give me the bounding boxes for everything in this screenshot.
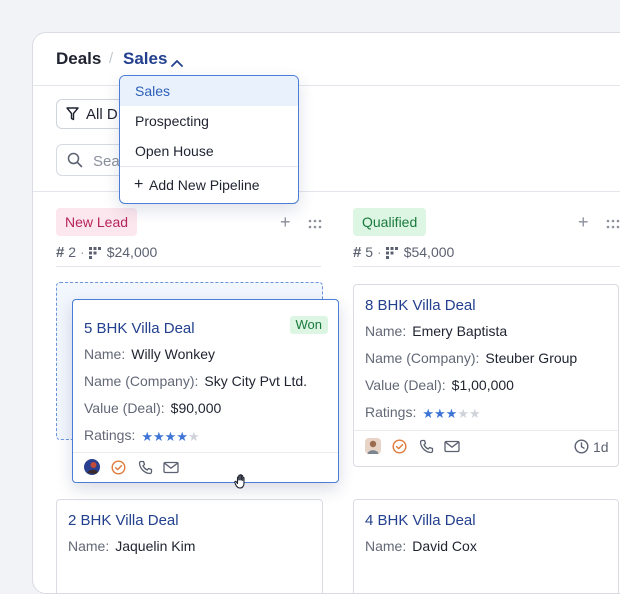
star-icon: ★ bbox=[434, 406, 446, 421]
deal-title[interactable]: 8 BHK Villa Deal bbox=[365, 297, 476, 314]
deals-board: Deals / Sales All D New Lead + # 2·$24,0… bbox=[32, 32, 620, 594]
breadcrumb-separator: / bbox=[109, 50, 114, 67]
deal-title[interactable]: 4 BHK Villa Deal bbox=[365, 512, 476, 529]
check-circle-icon[interactable] bbox=[111, 460, 126, 480]
phone-icon[interactable] bbox=[138, 460, 153, 480]
count-hash-icon: # bbox=[56, 244, 65, 261]
deal-value: Value (Deal): $90,000 bbox=[84, 400, 222, 416]
deal-total: $54,000 bbox=[403, 244, 455, 260]
plus-icon: + bbox=[134, 176, 144, 193]
search-icon bbox=[67, 152, 83, 173]
deal-company: Name (Company): Steuber Group bbox=[365, 350, 578, 366]
deal-card[interactable]: 8 BHK Villa Deal Name: Emery Baptista Nam… bbox=[353, 284, 619, 467]
add-deal-icon[interactable]: + bbox=[578, 213, 589, 231]
pipeline-selector[interactable]: Sales bbox=[123, 49, 167, 69]
deal-ratings: Ratings: ★★★★★ bbox=[365, 404, 481, 421]
deal-count: 5 bbox=[365, 244, 374, 260]
count-hash-icon: # bbox=[353, 244, 362, 261]
star-icon: ★ bbox=[457, 406, 469, 421]
star-icon: ★ bbox=[422, 406, 435, 421]
mail-icon[interactable] bbox=[444, 440, 460, 458]
star-icon: ★ bbox=[164, 429, 177, 444]
avatar[interactable] bbox=[365, 438, 381, 459]
deal-title[interactable]: 5 BHK Villa Deal bbox=[84, 320, 195, 337]
deal-value: Value (Deal): $1,00,000 bbox=[365, 377, 514, 393]
phone-icon[interactable] bbox=[419, 439, 434, 459]
add-new-pipeline-button[interactable]: + Add New Pipeline bbox=[120, 170, 298, 200]
dragging-deal-card[interactable]: 5 BHK Villa Deal Won Name: Willy Wonkey N… bbox=[72, 299, 339, 483]
column-stats-new-lead: # 2 · $24,000 bbox=[56, 244, 158, 263]
deal-contact: Name: Jaquelin Kim bbox=[68, 538, 196, 554]
status-badge: Won bbox=[289, 316, 328, 334]
deal-contact: Name: Willy Wonkey bbox=[84, 346, 215, 362]
pipeline-option-open-house[interactable]: Open House bbox=[120, 136, 298, 166]
mail-icon[interactable] bbox=[163, 461, 179, 479]
deal-company: Name (Company): Sky City Pvt Ltd. bbox=[84, 373, 308, 389]
column-stats-qualified: # 5 · $54,000 bbox=[353, 244, 455, 263]
column-divider bbox=[56, 266, 321, 267]
pipeline-option-prospecting[interactable]: Prospecting bbox=[120, 106, 298, 136]
dropdown-divider bbox=[120, 166, 298, 167]
star-icon: ★ bbox=[153, 429, 165, 444]
avatar[interactable] bbox=[84, 459, 100, 480]
filter-icon bbox=[66, 107, 79, 126]
pipeline-option-sales[interactable]: Sales bbox=[120, 76, 298, 106]
add-deal-icon[interactable]: + bbox=[280, 213, 291, 231]
rating-stars: ★★★★★ bbox=[141, 428, 199, 444]
breadcrumb-deals[interactable]: Deals bbox=[56, 49, 101, 69]
more-options-icon[interactable] bbox=[308, 216, 322, 234]
star-icon: ★ bbox=[176, 429, 188, 444]
rating-stars: ★★★★★ bbox=[422, 405, 480, 421]
column-title-new-lead: New Lead bbox=[56, 208, 138, 236]
column-title-qualified: Qualified bbox=[353, 208, 427, 236]
deal-total: $24,000 bbox=[106, 244, 158, 260]
star-icon: ★ bbox=[187, 429, 200, 444]
star-icon: ★ bbox=[468, 406, 481, 421]
deal-contact: Name: David Cox bbox=[365, 538, 477, 554]
chevron-up-icon[interactable] bbox=[171, 54, 183, 72]
deal-title[interactable]: 2 BHK Villa Deal bbox=[68, 512, 179, 529]
pipeline-dropdown: Sales Prospecting Open House + Add New Pi… bbox=[119, 75, 299, 204]
card-divider bbox=[354, 430, 618, 431]
deal-contact: Name: Emery Baptista bbox=[365, 323, 508, 339]
clock-icon bbox=[574, 439, 589, 459]
star-icon: ★ bbox=[445, 406, 458, 421]
more-options-icon[interactable] bbox=[606, 216, 620, 234]
card-divider bbox=[73, 452, 338, 453]
deal-age: 1d bbox=[593, 439, 609, 455]
filter-label: All D bbox=[86, 106, 118, 123]
money-icon bbox=[88, 245, 101, 263]
grab-cursor-icon bbox=[233, 472, 251, 495]
check-circle-icon[interactable] bbox=[392, 439, 407, 459]
deal-count: 2 bbox=[68, 244, 77, 260]
money-icon bbox=[385, 245, 398, 263]
column-divider bbox=[353, 266, 620, 267]
deal-card[interactable]: 2 BHK Villa Deal Name: Jaquelin Kim bbox=[56, 499, 323, 593]
star-icon: ★ bbox=[141, 429, 154, 444]
deal-ratings: Ratings: ★★★★★ bbox=[84, 427, 200, 444]
deal-card[interactable]: 4 BHK Villa Deal Name: David Cox bbox=[353, 499, 619, 593]
